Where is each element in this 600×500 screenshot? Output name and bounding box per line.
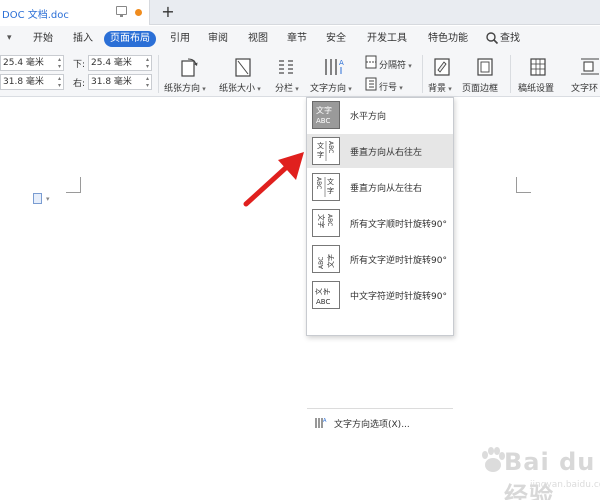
- dropdown-item-label: 水平方向: [350, 112, 387, 122]
- monitor-icon[interactable]: [116, 6, 127, 17]
- dropdown-item-rotate-cw[interactable]: 文字 ABC 所有文字顺时针旋转90°: [307, 206, 453, 240]
- columns-icon[interactable]: [276, 56, 296, 78]
- menu-item-insert[interactable]: 插入: [73, 31, 93, 47]
- text-direction-button[interactable]: 文字方向: [310, 81, 352, 94]
- dropdown-item-label: 垂直方向从右往左: [350, 148, 423, 158]
- ribbon-divider: [510, 55, 511, 93]
- crop-mark-top-left: [66, 177, 81, 193]
- svg-text:字: 字: [317, 150, 324, 159]
- search-label[interactable]: 查找: [500, 31, 520, 47]
- margin-left-input[interactable]: 31.8 毫米: [0, 74, 64, 90]
- svg-text:文: 文: [317, 141, 324, 150]
- svg-text:字: 字: [322, 288, 331, 295]
- columns-button[interactable]: 分栏: [275, 81, 299, 94]
- menu-item-security[interactable]: 安全: [326, 31, 346, 47]
- ribbon-toolbar: 25.4 毫米 下: 25.4 毫米 31.8 毫米 右: 31.8 毫米 纸张…: [0, 51, 600, 97]
- svg-text:ABC: ABC: [318, 257, 325, 269]
- svg-text:文: 文: [314, 288, 323, 295]
- menu-item-review[interactable]: 审阅: [208, 31, 228, 47]
- red-arrow-annotation: [243, 152, 304, 207]
- line-number-button[interactable]: 行号: [379, 80, 403, 93]
- vertical-ltr-icon: ABC 文 字: [312, 173, 340, 201]
- ribbon-divider: [158, 55, 159, 93]
- background-icon[interactable]: [432, 56, 452, 78]
- dropdown-item-rotate-cjk-ccw[interactable]: 文 字 ABC 中文字符逆时针旋转90°: [307, 278, 453, 312]
- paper-size-icon[interactable]: [232, 56, 254, 78]
- dropdown-item-label: 所有文字顺时针旋转90°: [350, 220, 447, 230]
- menu-item-section[interactable]: 章节: [287, 31, 307, 47]
- paragraph-layout-icon[interactable]: [33, 193, 42, 204]
- margin-bottom-input[interactable]: 25.4 毫米: [88, 55, 152, 71]
- text-direction-options-label: 文字方向选项(X)...: [334, 420, 410, 430]
- chevron-down-icon[interactable]: ▾: [7, 33, 12, 43]
- new-tab-button[interactable]: +: [160, 2, 176, 22]
- svg-text:ABC: ABC: [316, 298, 330, 306]
- svg-text:文字: 文字: [316, 105, 332, 115]
- margin-right-label: 右:: [73, 79, 86, 89]
- unsaved-dot-icon: [135, 9, 142, 16]
- svg-text:文字: 文字: [317, 214, 326, 228]
- svg-text:A: A: [323, 418, 327, 424]
- menu-bar: ▾ 开始 插入 页面布局 引用 审阅 视图 章节 安全 开发工具 特色功能 查找: [0, 26, 600, 51]
- line-number-icon[interactable]: [364, 77, 378, 91]
- chevron-down-icon[interactable]: ▾: [46, 195, 50, 203]
- document-tab-title: DOC 文档.doc: [2, 10, 69, 21]
- dropdown-item-label: 所有文字逆时针旋转90°: [350, 256, 447, 266]
- svg-text:文: 文: [327, 177, 334, 186]
- menu-item-home[interactable]: 开始: [33, 31, 53, 47]
- text-direction-options-icon: A: [315, 418, 327, 428]
- svg-text:ABC: ABC: [316, 117, 330, 125]
- menu-item-page-layout[interactable]: 页面布局: [104, 31, 156, 47]
- rotate-cw-icon: 文字 ABC: [312, 209, 340, 237]
- orientation-button[interactable]: 纸张方向: [164, 81, 206, 94]
- paper-settings-button[interactable]: 稿纸设置: [518, 81, 554, 94]
- horizontal-text-icon: 文字 ABC: [312, 101, 340, 129]
- text-direction-dropdown: 文字 ABC 水平方向 文 字 ABC 垂直方向从右往左 ABC 文 字 垂直方: [306, 97, 454, 430]
- page-border-icon[interactable]: [475, 56, 495, 78]
- margin-bottom-label: 下:: [73, 60, 86, 70]
- document-tab[interactable]: DOC 文档.doc: [0, 0, 150, 25]
- watermark-text: Bai du 经验: [504, 448, 596, 500]
- dropdown-item-label: 中文字符逆时针旋转90°: [350, 292, 447, 302]
- rotate-cjk-ccw-icon: 文 字 ABC: [312, 281, 340, 309]
- paper-settings-icon[interactable]: [528, 56, 548, 78]
- menu-item-view[interactable]: 视图: [248, 31, 268, 47]
- separator-button[interactable]: 分隔符: [379, 58, 412, 71]
- dropdown-item-vertical-rtl[interactable]: 文 字 ABC 垂直方向从右往左: [307, 134, 453, 168]
- text-direction-icon[interactable]: A: [322, 56, 346, 78]
- paw-logo-icon: [482, 447, 505, 472]
- vertical-rtl-icon: 文 字 ABC: [312, 137, 340, 165]
- text-direction-options-item[interactable]: A 文字方向选项(X)...: [307, 411, 453, 435]
- margin-top-input[interactable]: 25.4 毫米: [0, 55, 64, 71]
- separator-icon[interactable]: [364, 55, 378, 69]
- paper-size-button[interactable]: 纸张大小: [219, 81, 261, 94]
- text-wrap-icon[interactable]: [580, 56, 600, 78]
- watermark-subtext: jingyan.baidu.com: [530, 480, 600, 490]
- svg-text:ABC: ABC: [315, 177, 322, 189]
- svg-text:文字: 文字: [326, 254, 335, 268]
- svg-text:字: 字: [327, 186, 334, 195]
- crop-mark-top-right: [516, 177, 531, 193]
- orientation-icon[interactable]: [178, 56, 200, 78]
- menu-item-references[interactable]: 引用: [170, 31, 190, 47]
- text-wrap-button[interactable]: 文字环: [571, 81, 598, 94]
- background-button[interactable]: 背景: [428, 81, 452, 94]
- dropdown-item-vertical-ltr[interactable]: ABC 文 字 垂直方向从左往右: [307, 170, 453, 204]
- ribbon-divider: [422, 55, 423, 93]
- margin-right-input[interactable]: 31.8 毫米: [88, 74, 152, 90]
- menu-item-features[interactable]: 特色功能: [428, 31, 468, 47]
- svg-text:ABC: ABC: [326, 214, 333, 226]
- watermark: Bai du 经验 jingyan.baidu.com: [458, 436, 600, 500]
- menu-item-developer[interactable]: 开发工具: [367, 31, 407, 47]
- dropdown-item-horizontal[interactable]: 文字 ABC 水平方向: [307, 98, 453, 132]
- dropdown-divider: [307, 408, 453, 409]
- search-icon[interactable]: [485, 31, 499, 45]
- page-border-button[interactable]: 页面边框: [462, 81, 498, 94]
- svg-text:A: A: [339, 59, 344, 67]
- title-bar: DOC 文档.doc +: [0, 0, 600, 25]
- svg-text:ABC: ABC: [327, 141, 334, 153]
- dropdown-item-rotate-ccw[interactable]: ABC 文字 所有文字逆时针旋转90°: [307, 242, 453, 276]
- dropdown-item-label: 垂直方向从左往右: [350, 184, 423, 194]
- rotate-ccw-icon: ABC 文字: [312, 245, 340, 273]
